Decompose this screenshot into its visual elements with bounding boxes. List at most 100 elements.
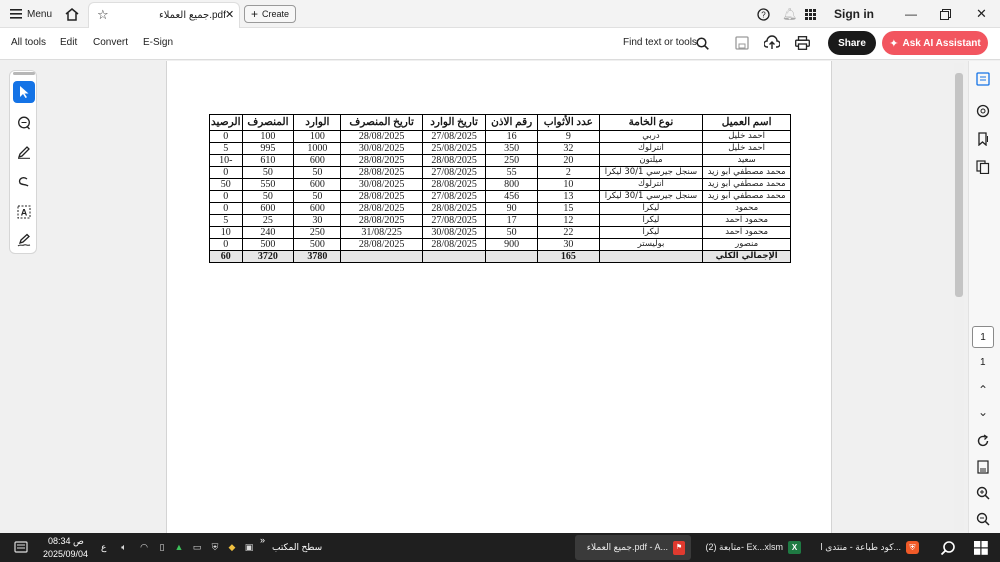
header-incoming-date: تاريخ الوارد bbox=[421, 114, 487, 131]
edit-link[interactable]: Edit bbox=[60, 37, 77, 48]
esign-link[interactable]: E-Sign bbox=[143, 37, 173, 48]
home-button[interactable] bbox=[65, 4, 79, 24]
sign-tool[interactable] bbox=[13, 229, 35, 251]
notifications-button[interactable]: 🔔︎ bbox=[782, 4, 797, 24]
find-tools-input[interactable]: Find text or tools bbox=[623, 37, 697, 48]
cell-incoming: 600 bbox=[293, 178, 342, 191]
table-row: منصور بوليستر 30 900 28/08/2025 28/08/20… bbox=[209, 238, 791, 251]
header-outgoing-date: تاريخ المنصرف bbox=[340, 114, 423, 131]
draw-tool[interactable] bbox=[13, 171, 35, 193]
screen-capture-icon[interactable]: ▣ bbox=[244, 542, 254, 552]
cell-pieces: 22 bbox=[537, 226, 600, 239]
summarize-icon[interactable] bbox=[976, 72, 990, 86]
taskbar-app-browser[interactable]: كود طباعة - منتدى ا... ⛨ bbox=[813, 535, 925, 560]
cell-in-date: 28/08/2025 bbox=[421, 178, 487, 191]
minimize-button[interactable]: — bbox=[905, 4, 917, 24]
taskbar-app-pdf[interactable]: جميع العملاء.pdf - A... ⚑ bbox=[575, 535, 691, 560]
cell-incoming: 500 bbox=[293, 238, 342, 251]
bookmark-icon[interactable] bbox=[976, 132, 990, 146]
display-icon[interactable]: ▭ bbox=[192, 542, 202, 552]
apps-button[interactable] bbox=[805, 4, 816, 24]
security-shield-icon[interactable]: ⛨ bbox=[210, 542, 220, 552]
upload-cloud-icon[interactable] bbox=[764, 35, 780, 50]
table-body: احمد خليل دربي 9 16 27/08/2025 28/08/202… bbox=[209, 130, 791, 263]
notification-center-button[interactable] bbox=[10, 537, 32, 559]
cell-pieces: 10 bbox=[537, 178, 600, 191]
header-pieces-count: عدد الأثواب bbox=[537, 114, 600, 131]
sign-in-link[interactable]: Sign in bbox=[834, 4, 874, 24]
scrollbar-thumb[interactable] bbox=[955, 73, 963, 297]
ai-assistant-button[interactable]: ✦ Ask AI Assistant bbox=[882, 31, 988, 55]
chevron-up-icon[interactable]: ⌃ bbox=[975, 382, 991, 398]
create-button[interactable]: + Create bbox=[244, 5, 296, 23]
cell-in-date: 27/08/2025 bbox=[421, 166, 487, 179]
share-button[interactable]: Share bbox=[828, 31, 876, 55]
cell-permit: 800 bbox=[485, 178, 539, 191]
tray-overflow-icon[interactable]: » bbox=[260, 535, 265, 545]
desktop-toolbar-label[interactable]: سطح المكتب bbox=[272, 542, 322, 553]
volume-icon[interactable]: 🔈︎ bbox=[119, 542, 129, 552]
highlight-tool[interactable] bbox=[13, 141, 35, 163]
vertical-scrollbar[interactable] bbox=[954, 63, 964, 531]
keyboard-language[interactable]: ع bbox=[101, 542, 106, 553]
page-view-icon[interactable] bbox=[976, 460, 990, 474]
header-material-type: نوع الخامة bbox=[598, 114, 704, 131]
zoom-in-icon[interactable] bbox=[976, 486, 990, 500]
select-tool[interactable] bbox=[13, 81, 35, 103]
rail-handle[interactable] bbox=[13, 72, 35, 75]
all-tools-link[interactable]: All tools bbox=[11, 37, 46, 48]
document-tab-title: جميع العملاء.pdf bbox=[159, 10, 226, 21]
rotate-icon[interactable] bbox=[976, 434, 990, 448]
comment-tool[interactable] bbox=[13, 112, 35, 134]
total-outgoing: 3720 bbox=[241, 250, 295, 263]
taskbar-app-excel[interactable]: متابعة (2)- Ex...xlsm X bbox=[697, 535, 807, 560]
nvidia-icon[interactable]: ◆ bbox=[227, 542, 237, 552]
windows-start-icon[interactable] bbox=[974, 541, 988, 555]
copy-pages-icon[interactable] bbox=[976, 160, 990, 174]
total-incoming: 3780 bbox=[293, 250, 342, 263]
google-drive-icon[interactable]: ▲ bbox=[174, 542, 184, 552]
battery-icon[interactable]: ▯ bbox=[157, 542, 167, 552]
cell-client: محمود احمد bbox=[702, 226, 791, 239]
ai-sparkle-icon: ✦ bbox=[889, 37, 899, 50]
clock-time[interactable]: 08:34 ص bbox=[48, 536, 84, 547]
document-tab[interactable]: ☆ جميع العملاء.pdf ✕ bbox=[88, 2, 240, 28]
table-row: محمود احمد ليكرا 12 17 27/08/2025 28/08/… bbox=[209, 214, 791, 227]
text-box-icon: A bbox=[17, 205, 31, 219]
save-icon[interactable] bbox=[735, 36, 749, 50]
text-tool[interactable]: A bbox=[13, 201, 35, 223]
cell-permit: 900 bbox=[485, 238, 539, 251]
cell-material: سنجل جيرسي 30/1 ليكرا bbox=[598, 166, 704, 179]
cell-balance: 0 bbox=[209, 130, 243, 143]
chevron-down-icon[interactable]: ⌄ bbox=[975, 404, 991, 420]
table-row: احمد خليل انترلوك 32 350 25/08/2025 30/0… bbox=[209, 142, 791, 155]
app-window: Menu ☆ جميع العملاء.pdf ✕ + Create ? 🔔︎ bbox=[0, 0, 1000, 562]
clock-date[interactable]: 2025/09/04 bbox=[43, 549, 88, 559]
table-row: احمد خليل دربي 9 16 27/08/2025 28/08/202… bbox=[209, 130, 791, 143]
notification-icon bbox=[14, 541, 28, 553]
cell-in-date: 28/08/2025 bbox=[421, 202, 487, 215]
cell-balance: 0 bbox=[209, 202, 243, 215]
help-button[interactable]: ? bbox=[757, 4, 770, 24]
wifi-icon[interactable]: ◠ bbox=[139, 542, 149, 552]
search-icon[interactable] bbox=[696, 37, 709, 50]
zoom-out-icon[interactable] bbox=[976, 512, 990, 526]
cell-out-date: 31/08/225 bbox=[340, 226, 423, 239]
cell-balance: 10 bbox=[209, 226, 243, 239]
close-tab-icon[interactable]: ✕ bbox=[225, 8, 234, 21]
comment-panel-icon[interactable] bbox=[976, 104, 990, 118]
current-page-input[interactable]: 1 bbox=[972, 326, 994, 348]
taskbar-app-label: جميع العملاء.pdf - A... bbox=[586, 542, 668, 552]
cell-incoming: 50 bbox=[293, 190, 342, 203]
search-taskbar-icon[interactable] bbox=[940, 540, 956, 556]
maximize-button[interactable] bbox=[940, 4, 951, 24]
close-window-button[interactable]: ✕ bbox=[976, 4, 987, 24]
cell-balance: 5 bbox=[209, 214, 243, 227]
menu-button[interactable]: Menu bbox=[10, 4, 52, 24]
cell-material: ليكرا bbox=[598, 226, 704, 239]
convert-link[interactable]: Convert bbox=[93, 37, 128, 48]
cell-permit: 90 bbox=[485, 202, 539, 215]
print-icon[interactable] bbox=[795, 36, 810, 50]
star-icon[interactable]: ☆ bbox=[97, 7, 109, 23]
pdf-icon: ⚑ bbox=[673, 540, 685, 555]
